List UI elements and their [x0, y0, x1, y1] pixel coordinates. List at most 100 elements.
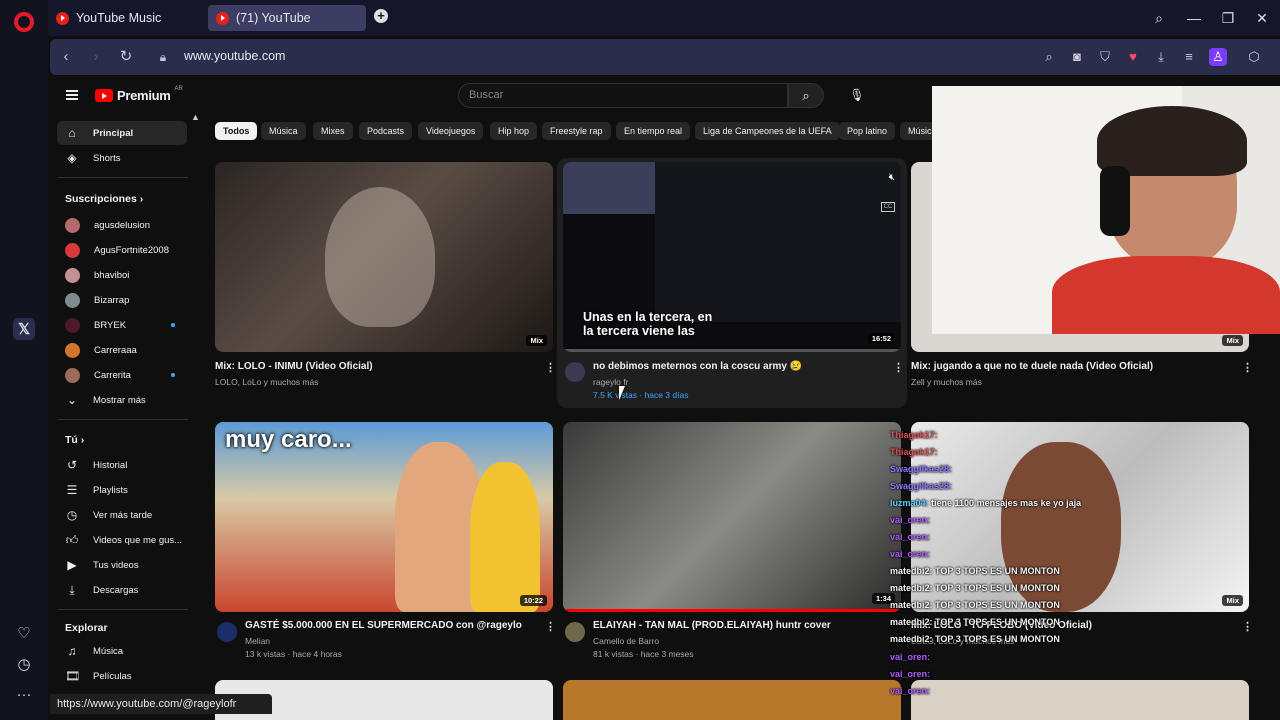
sidebar-item-your-videos[interactable]: ▶ Tus videos: [57, 553, 187, 577]
minimize-icon[interactable]: —: [1184, 8, 1204, 28]
chip-todos[interactable]: Todos: [215, 122, 258, 140]
chip[interactable]: Música: [261, 122, 306, 140]
back-icon[interactable]: ‹: [56, 48, 76, 66]
channel-avatar[interactable]: [217, 622, 237, 642]
shield-icon[interactable]: ⛉: [1096, 48, 1114, 66]
heart-icon[interactable]: ♥: [1124, 48, 1142, 66]
subscription-item[interactable]: BRYEK: [57, 313, 187, 337]
video-thumbnail[interactable]: 1:34: [563, 422, 901, 612]
chip[interactable]: Pop latino: [839, 122, 896, 140]
url-field[interactable]: www.youtube.com: [184, 49, 285, 63]
subscription-item[interactable]: AgusFortnite2008: [57, 238, 187, 262]
channel-avatar[interactable]: [565, 362, 585, 382]
video-channel[interactable]: Zell y muchos más: [911, 377, 982, 387]
you-heading[interactable]: Tú ›: [65, 434, 84, 446]
subscription-item[interactable]: agusdelusion: [57, 213, 187, 237]
video-title[interactable]: Mix: LOLO - INIMU (Video Oficial): [215, 361, 373, 372]
video-channel[interactable]: Camello de Barro: [593, 636, 659, 646]
search-tabs-icon[interactable]: ⌕: [1149, 8, 1169, 28]
download-icon[interactable]: ⤓: [1152, 48, 1170, 66]
sidebar-item-shorts[interactable]: ◈ Shorts: [57, 146, 187, 170]
more-options-icon[interactable]: ⋮: [893, 361, 904, 374]
chip[interactable]: Videojuegos: [418, 122, 484, 140]
progress-track[interactable]: [563, 349, 901, 352]
camera-icon[interactable]: ◙: [1068, 48, 1086, 66]
mute-icon[interactable]: 🔇︎: [889, 172, 895, 183]
video-title[interactable]: no debimos meternos con la coscu army 😢: [593, 361, 802, 372]
more-icon[interactable]: ···: [13, 683, 35, 705]
new-tab-icon[interactable]: +: [374, 9, 388, 23]
subscriptions-heading[interactable]: Suscripciones ›: [65, 193, 143, 205]
more-options-icon[interactable]: ⋮: [545, 620, 556, 633]
chip[interactable]: Podcasts: [359, 122, 413, 140]
subscription-item[interactable]: bhaviboi: [57, 263, 187, 287]
tab-youtube[interactable]: (71) YouTube: [208, 5, 366, 31]
video-title[interactable]: ELAIYAH - TAN MAL (PROD.ELAIYAH) huntr c…: [593, 620, 831, 631]
history-clock-icon[interactable]: ◷: [13, 653, 35, 675]
more-options-icon[interactable]: ⋮: [1242, 361, 1253, 374]
tab-youtube-music[interactable]: YouTube Music: [48, 5, 203, 31]
heart-icon[interactable]: ♡: [13, 622, 35, 644]
watch-later-icon: ◷: [66, 508, 78, 522]
avatar: [65, 292, 80, 308]
maximize-icon[interactable]: ❐: [1218, 8, 1238, 28]
sidebar-item-music[interactable]: ♫ Música: [57, 639, 187, 663]
lock-icon[interactable]: 🔒︎: [153, 48, 173, 66]
opera-logo-icon[interactable]: [14, 12, 34, 32]
streamer-shirt: [1052, 256, 1280, 334]
search-button[interactable]: ⌕: [788, 83, 824, 108]
sidebar-item-watch-later[interactable]: ◷ Ver más tarde: [57, 503, 187, 527]
sidebar-item-movies[interactable]: 🎞︎ Películas: [57, 664, 187, 688]
avatar: [65, 217, 80, 233]
video-thumbnail[interactable]: muy caro... 10:22: [215, 422, 553, 612]
video-preview[interactable]: Unas en la tercera, en la tercera viene …: [563, 162, 901, 352]
chip[interactable]: Mixes: [313, 122, 353, 140]
sidebar-item-downloads[interactable]: ⤓ Descargas: [57, 578, 187, 602]
menu-icon[interactable]: ≡: [1180, 48, 1198, 66]
profile-icon[interactable]: ♙: [1209, 48, 1227, 66]
chip[interactable]: Freestyle rap: [542, 122, 611, 140]
youtube-logo-icon: [95, 89, 113, 102]
chat-msg: tiene 1100 mensajes mas ke yo jaja: [931, 498, 1082, 508]
sidebar-item-label: Historial: [93, 459, 128, 471]
x-twitter-icon[interactable]: 𝕏: [13, 318, 35, 340]
subscription-item[interactable]: Carreraaa: [57, 338, 187, 362]
chat-user: vai_oren:: [890, 549, 931, 559]
reload-icon[interactable]: ↻: [116, 48, 136, 66]
duration-badge: 16:52: [867, 333, 895, 344]
subscription-item[interactable]: Bizarrap: [57, 288, 187, 312]
chip[interactable]: En tiempo real: [616, 122, 691, 140]
video-channel[interactable]: Melian: [245, 636, 270, 646]
sidebar-item-liked[interactable]: 👍︎ Videos que me gus...: [57, 528, 187, 552]
captions-icon[interactable]: CC: [881, 202, 895, 212]
video-title[interactable]: GASTÉ $5.000.000 EN EL SUPERMERCADO con …: [245, 620, 522, 631]
youtube-premium-logo[interactable]: Premium AR: [95, 86, 183, 103]
scroll-up-icon[interactable]: ▲: [191, 112, 200, 122]
search-page-icon[interactable]: ⌕: [1040, 48, 1058, 66]
chip[interactable]: Liga de Campeones de la UEFA: [695, 122, 840, 140]
headset-icon: [1100, 166, 1130, 236]
hamburger-menu-icon[interactable]: [66, 90, 78, 100]
sidebar-item-label: Principal: [93, 127, 134, 139]
chip[interactable]: Hip hop: [490, 122, 538, 140]
video-thumbnail[interactable]: [563, 680, 901, 720]
subscription-item[interactable]: Carrerita: [57, 363, 187, 387]
video-thumbnail[interactable]: Mix: [215, 162, 553, 352]
video-channel[interactable]: LOLO, LoLo y muchos más: [215, 377, 318, 387]
sidebar-item-principal[interactable]: ⌂ Principal: [57, 121, 187, 145]
preview-inset: [563, 162, 655, 214]
channel-avatar[interactable]: [565, 622, 585, 642]
extensions-icon[interactable]: ⬡: [1245, 48, 1263, 66]
more-options-icon[interactable]: ⋮: [545, 361, 556, 374]
voice-search-icon[interactable]: 🎙︎: [847, 85, 867, 105]
music-icon: ♫: [67, 644, 77, 658]
sidebar-item-history[interactable]: ↺ Historial: [57, 453, 187, 477]
show-more-button[interactable]: ⌄ Mostrar más: [57, 388, 187, 412]
close-window-icon[interactable]: ✕: [1252, 8, 1272, 28]
more-options-icon[interactable]: ⋮: [1242, 620, 1253, 633]
video-title[interactable]: Mix: jugando a que no te duele nada (Vid…: [911, 361, 1153, 372]
sidebar-item-playlists[interactable]: ☰ Playlists: [57, 478, 187, 502]
shorts-icon: ◈: [67, 151, 77, 165]
forward-icon[interactable]: ›: [86, 48, 106, 66]
search-input[interactable]: Buscar: [458, 83, 788, 108]
